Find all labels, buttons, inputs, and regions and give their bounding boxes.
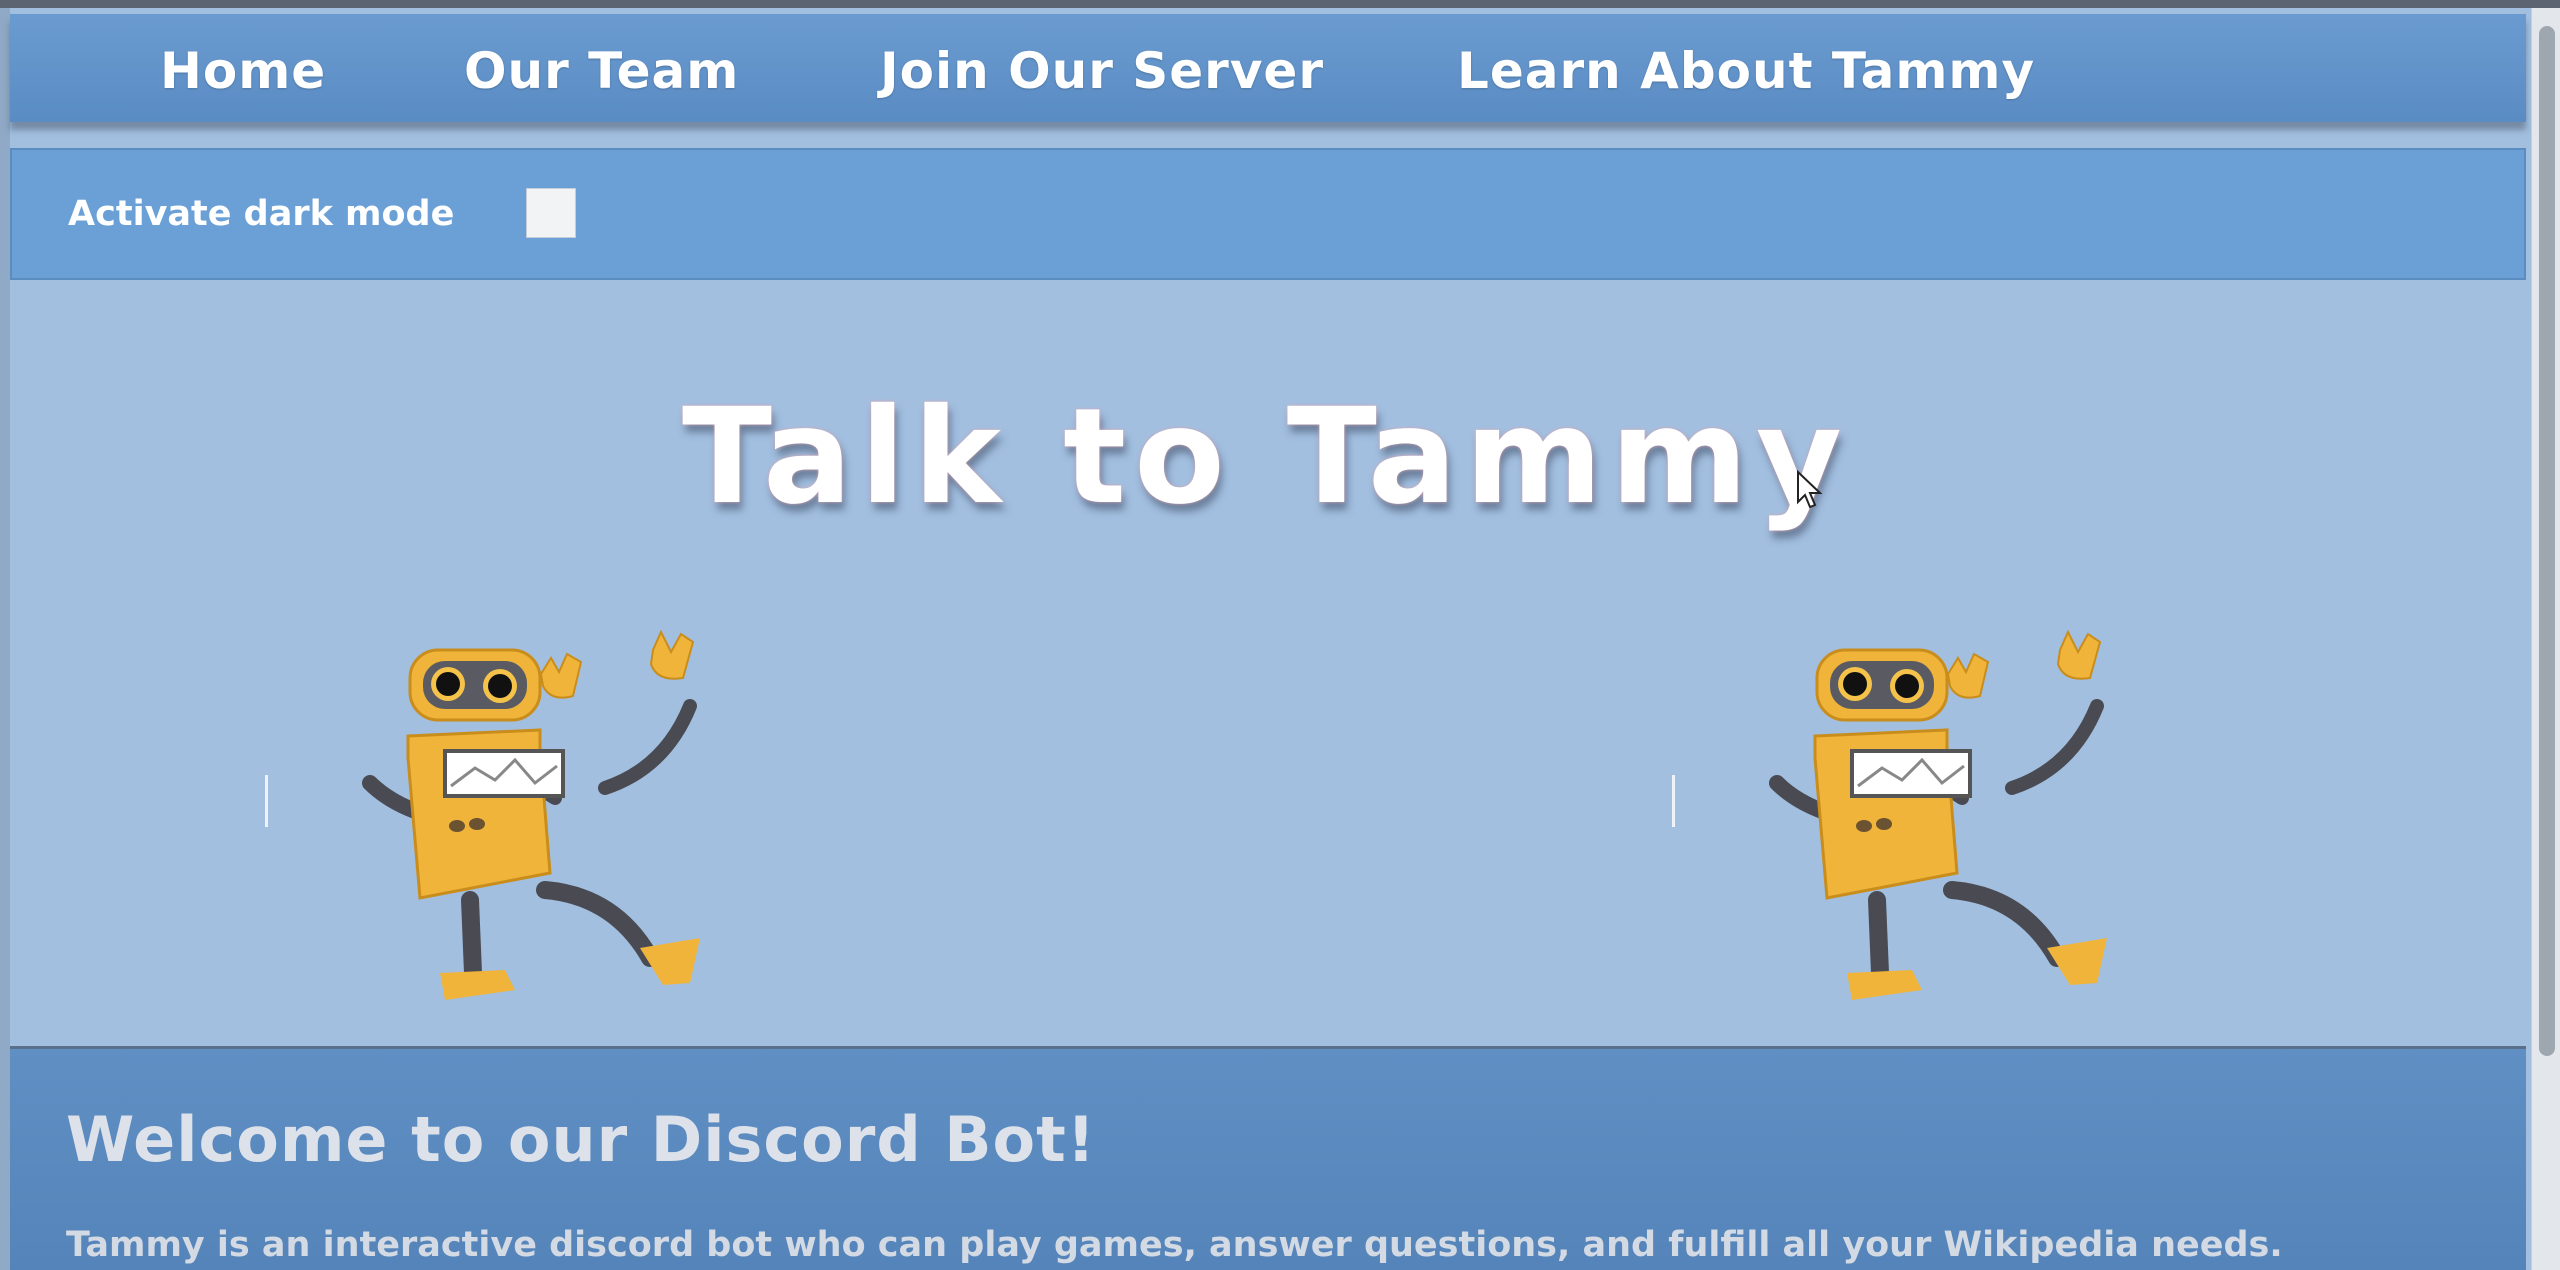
nav-home[interactable]: Home	[160, 42, 326, 100]
window-left-edge	[0, 8, 10, 1270]
robot-mascot-right	[1769, 629, 2107, 1000]
welcome-title: Welcome to our Discord Bot!	[66, 1103, 1097, 1176]
welcome-description: Tammy is an interactive discord bot who …	[66, 1225, 2283, 1265]
nav-join-our-server[interactable]: Join Our Server	[880, 42, 1324, 100]
top-navigation: Home Our Team Join Our Server Learn Abou…	[10, 14, 2526, 122]
vertical-scrollbar[interactable]	[2531, 8, 2560, 1270]
robot-mascot-left	[362, 629, 700, 1000]
nav-our-team[interactable]: Our Team	[464, 42, 739, 100]
window-top-edge	[0, 0, 2560, 8]
divider-left	[265, 775, 268, 827]
dark-mode-bar: Activate dark mode	[10, 148, 2526, 280]
hero-title: Talk to Tammy	[681, 380, 1851, 534]
nav-learn-about-tammy[interactable]: Learn About Tammy	[1457, 42, 2035, 100]
divider-right	[1672, 775, 1675, 827]
mouse-pointer-icon	[1797, 470, 1823, 509]
scrollbar-thumb[interactable]	[2539, 26, 2555, 1056]
dark-mode-checkbox[interactable]	[526, 188, 576, 238]
welcome-section: Welcome to our Discord Bot! Tammy is an …	[10, 1046, 2526, 1270]
dark-mode-label: Activate dark mode	[68, 194, 455, 234]
